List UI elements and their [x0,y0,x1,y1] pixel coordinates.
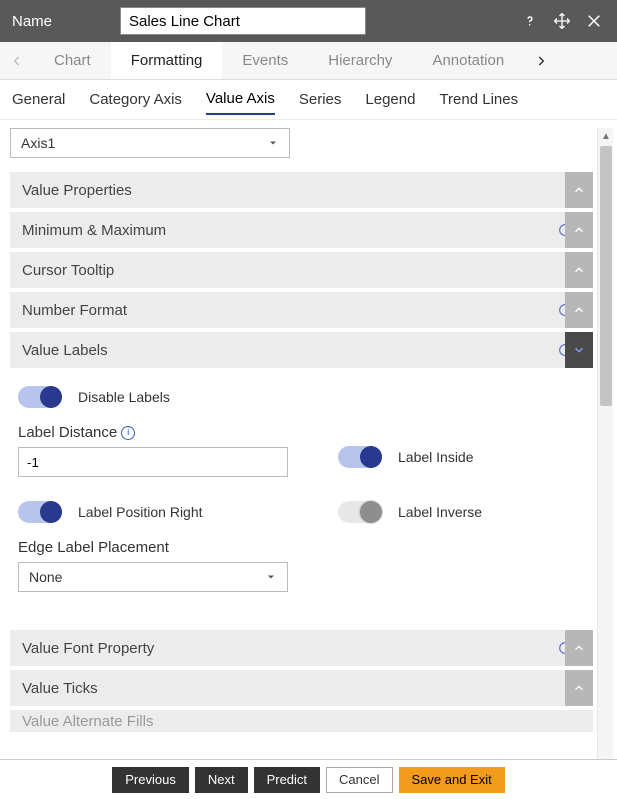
close-icon[interactable] [583,10,605,32]
subtab-trend-lines[interactable]: Trend Lines [439,85,518,114]
help-icon[interactable] [519,10,541,32]
edge-label-placement-select[interactable]: None [18,562,288,592]
predict-button[interactable]: Predict [254,767,320,793]
content-area: Axis1 Value Properties Minimum & Maximum [10,128,593,759]
accordion-minimum-maximum[interactable]: Minimum & Maximum [10,212,593,248]
tab-scroll-right-icon[interactable] [524,42,558,79]
save-exit-button[interactable]: Save and Exit [399,767,505,793]
accordion-label: Minimum & Maximum [22,222,166,239]
sub-tabs: General Category Axis Value Axis Series … [0,80,617,120]
accordion-label: Value Labels [22,342,108,359]
accordion-value-alternate-fills[interactable]: Value Alternate Fills [10,710,593,732]
tab-annotation[interactable]: Annotation [412,42,524,79]
chevron-down-icon [265,571,277,583]
label-inverse-switch[interactable] [338,501,382,523]
accordion-value-properties[interactable]: Value Properties [10,172,593,208]
info-icon[interactable]: i [121,426,135,440]
subtab-legend[interactable]: Legend [365,85,415,114]
chevron-up-icon[interactable] [565,630,593,666]
value-labels-panel: Disable Labels Label Distance i [10,372,593,630]
edge-label-placement-value: None [29,569,62,585]
label-inside-switch[interactable] [338,446,382,468]
label-inside-label: Label Inside [398,449,474,465]
label-distance-label: Label Distance [18,424,117,441]
accordion-value-labels[interactable]: Value Labels [10,332,593,368]
tab-events[interactable]: Events [222,42,308,79]
tab-formatting[interactable]: Formatting [111,42,223,79]
name-input[interactable] [120,7,366,35]
cancel-button[interactable]: Cancel [326,767,392,793]
chevron-up-icon[interactable] [565,172,593,208]
subtab-general[interactable]: General [12,85,65,114]
disable-labels-switch[interactable] [18,386,62,408]
scroll-up-icon[interactable]: ▲ [598,128,614,144]
name-label: Name [12,13,120,30]
disable-labels-label: Disable Labels [78,389,170,405]
vertical-scrollbar[interactable]: ▲ [597,128,613,759]
tab-scroll-left-icon[interactable] [0,42,34,79]
tab-hierarchy[interactable]: Hierarchy [308,42,412,79]
accordion-number-format[interactable]: Number Format [10,292,593,328]
chevron-up-icon[interactable] [565,292,593,328]
primary-tabs: Chart Formatting Events Hierarchy Annota… [0,42,617,80]
subtab-category-axis[interactable]: Category Axis [89,85,182,114]
chevron-down-icon[interactable] [565,332,593,368]
accordion-label: Value Alternate Fills [22,713,153,730]
chevron-down-icon [267,137,279,149]
accordion-value-font-property[interactable]: Value Font Property [10,630,593,666]
dialog-header: Name [0,0,617,42]
label-position-right-label: Label Position Right [78,504,203,520]
previous-button[interactable]: Previous [112,767,189,793]
subtab-series[interactable]: Series [299,85,342,114]
chevron-up-icon[interactable] [565,212,593,248]
move-icon[interactable] [551,10,573,32]
chevron-up-icon[interactable] [565,670,593,706]
label-position-right-switch[interactable] [18,501,62,523]
axis-select[interactable]: Axis1 [10,128,290,158]
subtab-value-axis[interactable]: Value Axis [206,84,275,115]
axis-select-value: Axis1 [21,135,55,151]
dialog-footer: Previous Next Predict Cancel Save and Ex… [0,759,617,799]
next-button[interactable]: Next [195,767,248,793]
accordion-label: Value Ticks [22,680,98,697]
label-distance-input[interactable] [18,447,288,477]
accordion-label: Cursor Tooltip [22,262,114,279]
chevron-up-icon[interactable] [565,252,593,288]
accordion-value-ticks[interactable]: Value Ticks [10,670,593,706]
accordion-cursor-tooltip[interactable]: Cursor Tooltip [10,252,593,288]
label-inverse-label: Label Inverse [398,504,482,520]
accordion-label: Number Format [22,302,127,319]
tab-chart[interactable]: Chart [34,42,111,79]
edge-label-placement-label: Edge Label Placement [18,539,169,556]
accordion-label: Value Properties [22,182,132,199]
scroll-thumb[interactable] [600,146,612,406]
accordion-label: Value Font Property [22,640,154,657]
